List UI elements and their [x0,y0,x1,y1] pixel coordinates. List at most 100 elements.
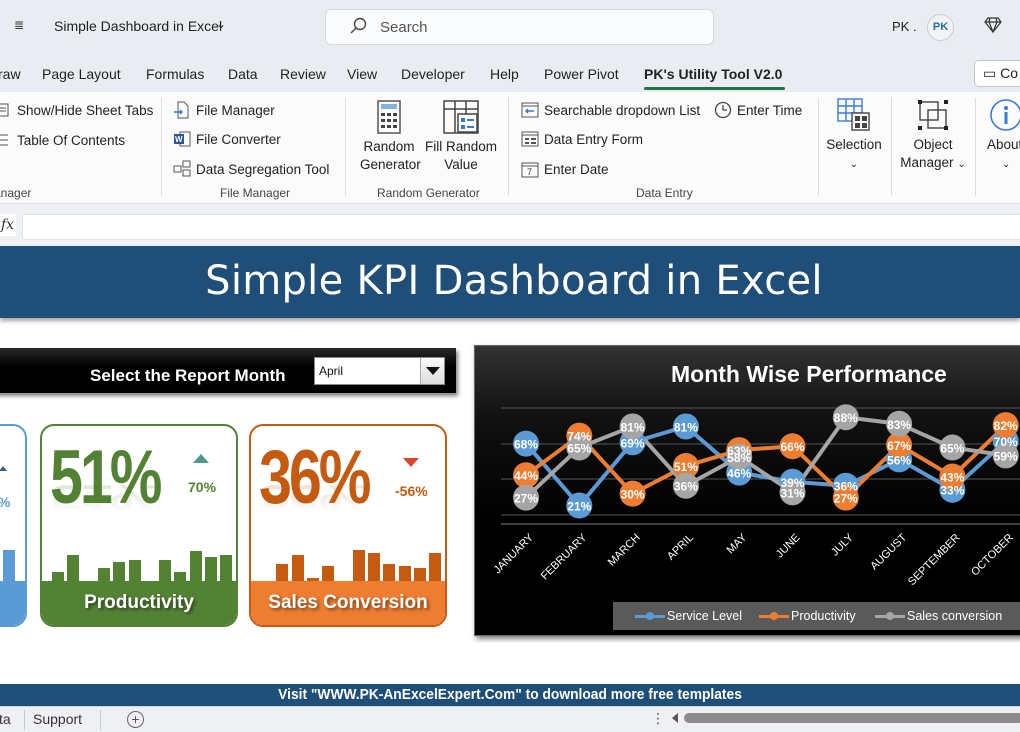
tab-view[interactable]: View [347,66,377,82]
kpi-value-reflection: 51% [50,478,160,517]
searchable-dropdown-list-button[interactable]: Searchable dropdown List [521,101,700,119]
svg-text:W: W [175,135,183,144]
comments-button[interactable]: ▭ Co [974,60,1020,87]
object-manager-label-1: Object [913,137,953,152]
data-label: 33% [940,484,964,498]
dropdown-button[interactable] [420,358,444,384]
sheet-tab-support[interactable]: Support [33,711,82,727]
group-label-file-manager: File Manager [220,186,291,200]
month-dropdown[interactable]: April [314,357,445,385]
file-converter-button[interactable]: W File Converter [173,130,281,148]
chart-legend: Service Level Productivity Sales convers… [613,602,1020,630]
document-title[interactable]: Simple Dashboard in Excel [54,18,222,34]
footer-link-text[interactable]: Visit "WWW.PK-AnExcelExpert.Com" to down… [278,684,742,706]
data-label: 44% [514,469,538,483]
group-separator [508,98,509,196]
chevron-down-icon[interactable]: ⌄ [216,17,226,31]
sheet-tab-data[interactable]: ta [0,711,11,727]
data-label: 67% [887,439,911,453]
tab-help[interactable]: Help [490,66,519,82]
data-label: 65% [940,442,964,456]
tab-data[interactable]: Data [228,66,258,82]
data-label: 51% [674,460,698,474]
legend-marker [635,611,665,620]
kpi-sparkbars [0,542,19,582]
legend-marker [875,611,905,620]
random-generator-label: Random Generator [360,139,421,172]
tab-power-pivot[interactable]: Power Pivot [544,66,619,82]
selection-button[interactable]: Selection ⌄ [822,98,886,174]
caret-down-icon [426,367,440,375]
x-tick-label: OCTOBER [969,532,1016,579]
kpi-sparkbar [276,563,289,582]
object-manager-button[interactable]: Object Manager ⌄ [897,98,969,174]
active-tab-indicator [644,87,785,90]
tab-separator [24,710,25,730]
tab-formulas[interactable]: Formulas [146,66,204,82]
tab-review[interactable]: Review [280,66,326,82]
avatar[interactable]: PK [927,14,954,41]
show-hide-sheet-tabs-button[interactable]: Show/Hide Sheet Tabs [0,101,153,119]
data-label: 30% [621,488,645,502]
more-options-icon[interactable]: ⋮ [651,710,665,727]
kpi-delta: 70% [188,479,217,495]
search-placeholder: Search [380,19,428,36]
searchable-dropdown-list-label: Searchable dropdown List [544,102,701,118]
calculator-icon [377,100,401,134]
kpi-sparkbar [414,567,426,582]
diamond-icon[interactable] [984,16,1002,34]
data-label: 88% [834,411,858,425]
kpi-sparkbar [113,561,126,582]
kpi-sparkbar [97,567,110,582]
kpi-footer: Productivity [42,581,236,625]
data-entry-form-button[interactable]: Data Entry Form [521,130,643,148]
data-label: 21% [567,500,591,514]
calendar-icon: 7 [521,162,539,178]
quick-access-customize-icon[interactable]: ≣ [14,18,24,32]
data-label: 81% [674,420,698,434]
data-label: 27% [514,492,538,506]
legend-label: Productivity [791,609,856,623]
about-button[interactable]: About ⌄ [982,98,1020,174]
chevron-down-icon: ⌄ [849,159,859,170]
tab-developer[interactable]: Developer [401,66,465,82]
group-separator [161,98,162,196]
kpi-sparkbar [220,555,233,582]
data-segregation-tool-button[interactable]: Data Segregation Tool [173,160,329,178]
search-icon [350,17,367,34]
kpi-sparkbar [322,566,335,582]
table-of-contents-button[interactable]: Table Of Contents [0,131,125,149]
worksheet[interactable]: Simple KPI Dashboard in Excel Select the… [0,246,1020,708]
formula-input[interactable] [22,214,1020,240]
add-sheet-button[interactable]: + [127,711,144,728]
x-tick-label: MAY [725,531,750,556]
fill-random-value-button[interactable]: Fill Random Value [425,100,497,174]
ribbon: Show/Hide Sheet Tabs Table Of Contents a… [0,92,1020,204]
legend-label: Sales conversion [907,609,1003,623]
fill-random-value-label: Fill Random Value [425,139,498,172]
group-separator [345,98,346,196]
group-separator [975,98,976,196]
enter-date-button[interactable]: 7 Enter Date [521,160,609,178]
kpi-delta: % [0,494,10,510]
tab-pk-utility-tool[interactable]: PK's Utility Tool V2.0 [644,66,782,82]
random-generator-button[interactable]: Random Generator [360,100,421,174]
tab-draw[interactable]: raw [0,66,21,82]
search-input[interactable]: Search [325,9,714,45]
chart-title: Month Wise Performance [671,361,947,387]
scroll-left-icon[interactable] [672,713,678,723]
enter-time-button[interactable]: Enter Time [714,101,802,119]
user-name[interactable]: PK . [892,19,917,34]
month-wise-performance-chart[interactable]: JANUARY FEBRUARY MARCH APRIL MAY JUNE JULY AUGU… [474,345,1020,636]
legend-item-service-level: Service Level [635,609,742,623]
tab-page-layout[interactable]: Page Layout [42,66,121,82]
file-manager-button[interactable]: File Manager [173,101,275,119]
data-label: 83% [887,418,911,432]
data-segregation-tool-label: Data Segregation Tool [196,161,330,177]
function-icon[interactable]: fx [0,214,16,236]
clock-icon [714,101,732,119]
horizontal-scrollbar[interactable] [684,713,1020,723]
kpi-sparkbars [259,542,442,582]
kpi-sparkbar [429,552,442,582]
data-label: 43% [940,471,964,485]
